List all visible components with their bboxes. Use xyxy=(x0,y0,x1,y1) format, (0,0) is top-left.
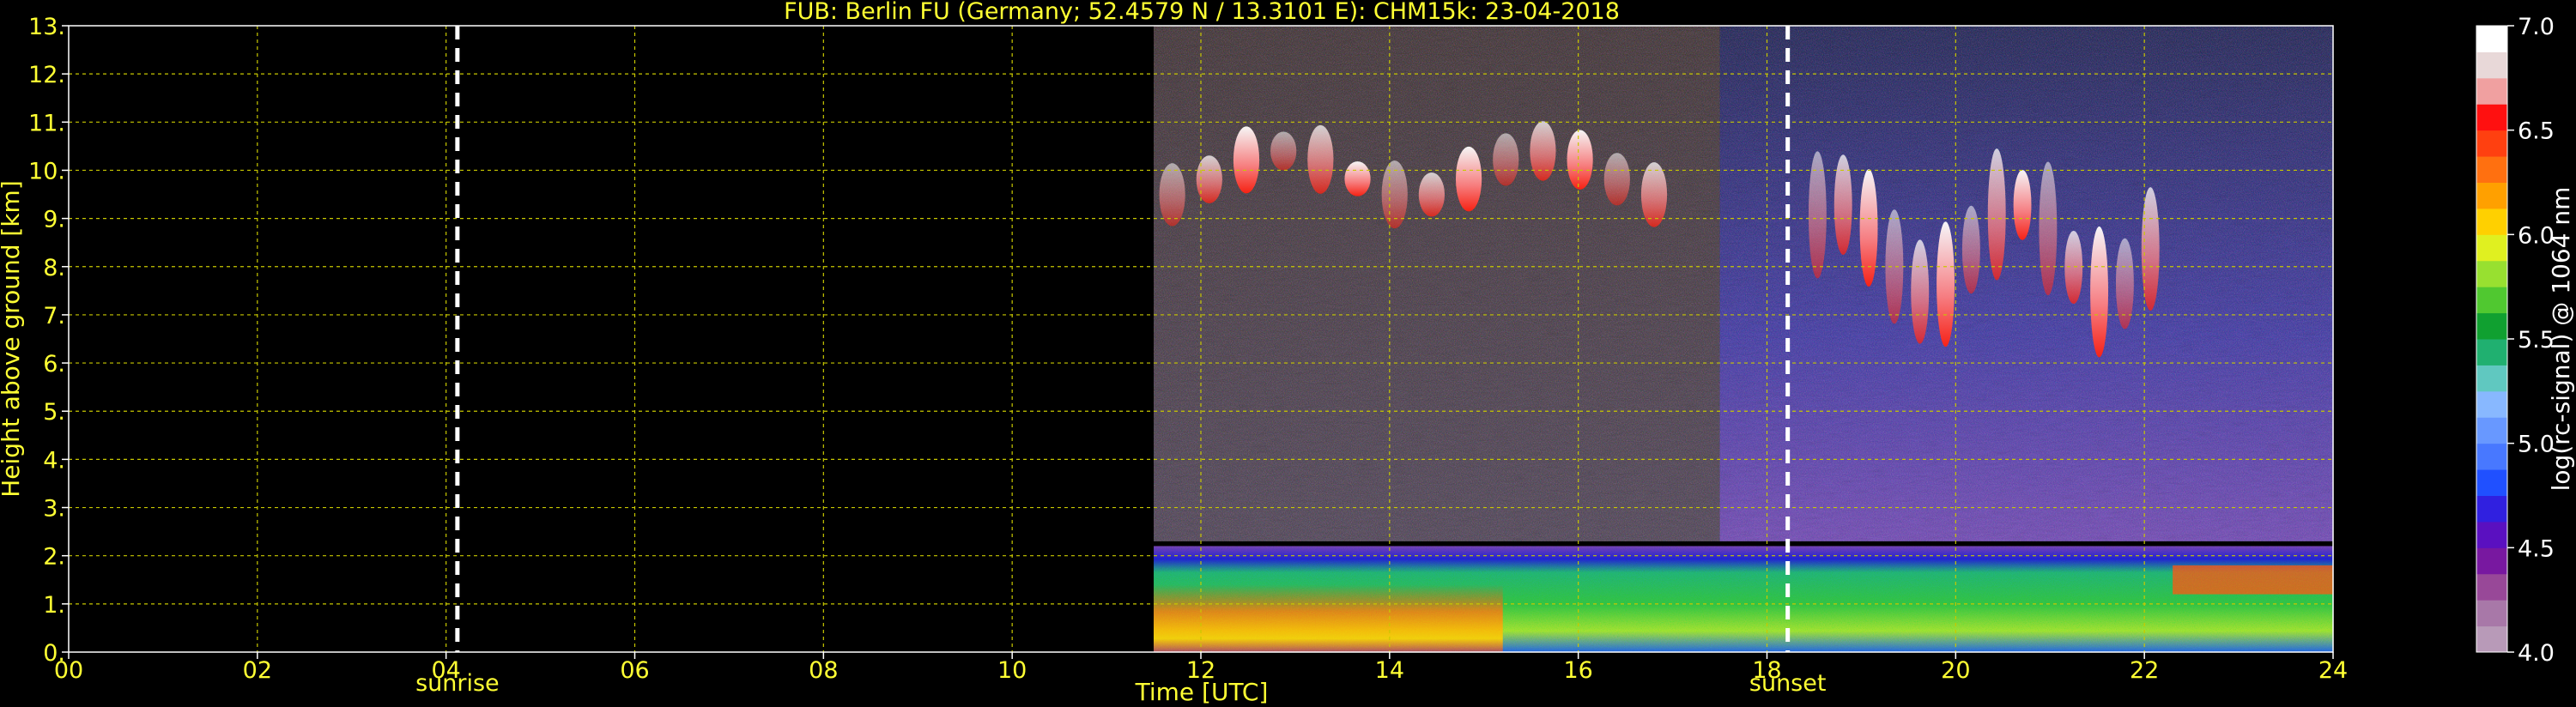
cloud-patch xyxy=(2039,161,2058,296)
cloud-patch xyxy=(1808,151,1827,279)
cloud-patch xyxy=(2090,226,2109,358)
colorbar-segment xyxy=(2476,339,2507,366)
colorbar-segment xyxy=(2476,287,2507,314)
cloud-patch xyxy=(1344,161,1371,196)
cloud-patch xyxy=(1196,155,1222,203)
colorbar-tick-label: 4.0 xyxy=(2518,640,2555,667)
cloud-patch xyxy=(1159,163,1185,227)
y-axis-ticks: 0. 1. 2. 3. 4. 5. 6. 7. 8. 9. 10. 11. 12. 13. xyxy=(28,14,69,667)
x-tick-label: 14 xyxy=(1375,657,1404,684)
colorbar-segment xyxy=(2476,469,2507,496)
x-axis-label: Time [UTC] xyxy=(1135,678,1269,706)
cloud-patch xyxy=(1233,126,1260,194)
cloud-patch xyxy=(1270,131,1297,171)
cloud-patch xyxy=(1911,239,1930,344)
cloud-patch xyxy=(1987,148,2006,281)
backscatter-image xyxy=(1154,26,2333,652)
cloud-patch xyxy=(1603,153,1630,206)
x-tick-label: 10 xyxy=(997,657,1027,684)
cloud-patch xyxy=(1640,162,1668,227)
x-tick-label: 04 xyxy=(431,657,460,684)
cloud-patch xyxy=(1859,169,1878,287)
colorbar-tick-label: 6.5 xyxy=(2518,118,2555,145)
colorbar-segment xyxy=(2476,26,2507,52)
colorbar-segment xyxy=(2476,600,2507,627)
colorbar-segment xyxy=(2476,234,2507,262)
y-tick-label: 3. xyxy=(43,496,65,523)
y-tick-label: 4. xyxy=(43,447,65,474)
y-tick-label: 8. xyxy=(43,255,65,281)
cloud-patch xyxy=(1567,130,1593,190)
x-tick-label: 06 xyxy=(620,657,649,684)
colorbar-segment xyxy=(2476,390,2507,418)
y-tick-label: 9. xyxy=(43,207,65,233)
chart-title: FUB: Berlin FU (Germany; 52.4579 N / 13.… xyxy=(784,0,1620,25)
x-tick-label: 18 xyxy=(1752,657,1781,684)
colorbar-segment xyxy=(2476,130,2507,157)
colorbar-segment xyxy=(2476,312,2507,340)
x-tick-label: 24 xyxy=(2318,657,2348,684)
colorbar-segment xyxy=(2476,365,2507,392)
y-tick-label: 6. xyxy=(43,351,65,378)
cloud-patch xyxy=(1455,146,1482,212)
cloud-patch xyxy=(2013,170,2032,240)
x-tick-label: 02 xyxy=(243,657,272,684)
colorbar-segment xyxy=(2476,156,2507,183)
y-tick-label: 12. xyxy=(28,62,65,88)
colorbar-segment xyxy=(2476,182,2507,209)
colorbar-segment xyxy=(2476,443,2507,470)
y-tick-label: 0. xyxy=(43,640,65,667)
colorbar-segment xyxy=(2476,104,2507,131)
cloud-patch xyxy=(1834,154,1852,256)
colorbar-tick-label: 4.5 xyxy=(2518,535,2555,562)
colorbar-label: log(rc-signal) @ 1064 nm xyxy=(2547,187,2575,492)
colorbar-segment xyxy=(2476,547,2507,575)
cloud-patch xyxy=(2115,238,2134,329)
y-tick-label: 5. xyxy=(43,399,65,426)
cloud-patch xyxy=(1307,124,1334,194)
colorbar-segment xyxy=(2476,77,2507,105)
colorbar-tick-label: 7.0 xyxy=(2518,14,2555,40)
x-tick-label: 20 xyxy=(1941,657,1970,684)
y-tick-label: 11. xyxy=(28,110,65,136)
colorbar-segment xyxy=(2476,573,2507,601)
colorbar-segment xyxy=(2476,521,2507,548)
y-tick-label: 10. xyxy=(28,158,65,184)
colorbar: 4.04.55.05.56.06.57.0 xyxy=(2476,14,2555,667)
layer-boundary-texture xyxy=(1154,546,2333,652)
cloud-patch xyxy=(2064,230,2083,305)
colorbar-segment xyxy=(2476,51,2507,79)
plot-area xyxy=(69,26,2333,652)
colorbar-segment xyxy=(2476,417,2507,444)
colorbar-segment xyxy=(2476,260,2507,287)
x-tick-label: 08 xyxy=(809,657,838,684)
cloud-patch xyxy=(1530,121,1556,181)
x-tick-label: 16 xyxy=(1563,657,1592,684)
colorbar-segment xyxy=(2476,625,2507,653)
y-tick-label: 1. xyxy=(43,592,65,619)
cloud-patch xyxy=(1885,209,1904,324)
x-tick-label: 22 xyxy=(2130,657,2159,684)
y-axis-label: Height above ground [km] xyxy=(0,180,25,498)
cloud-patch xyxy=(1937,221,1955,347)
cloud-patch xyxy=(1493,133,1519,186)
colorbar-segment xyxy=(2476,208,2507,235)
y-tick-label: 13. xyxy=(28,14,65,40)
y-tick-label: 7. xyxy=(43,303,65,329)
colorbar-segment xyxy=(2476,495,2507,523)
y-tick-label: 2. xyxy=(43,544,65,571)
cloud-patch xyxy=(1418,172,1446,217)
lidar-figure: FUB: Berlin FU (Germany; 52.4579 N / 13.… xyxy=(0,0,2575,706)
